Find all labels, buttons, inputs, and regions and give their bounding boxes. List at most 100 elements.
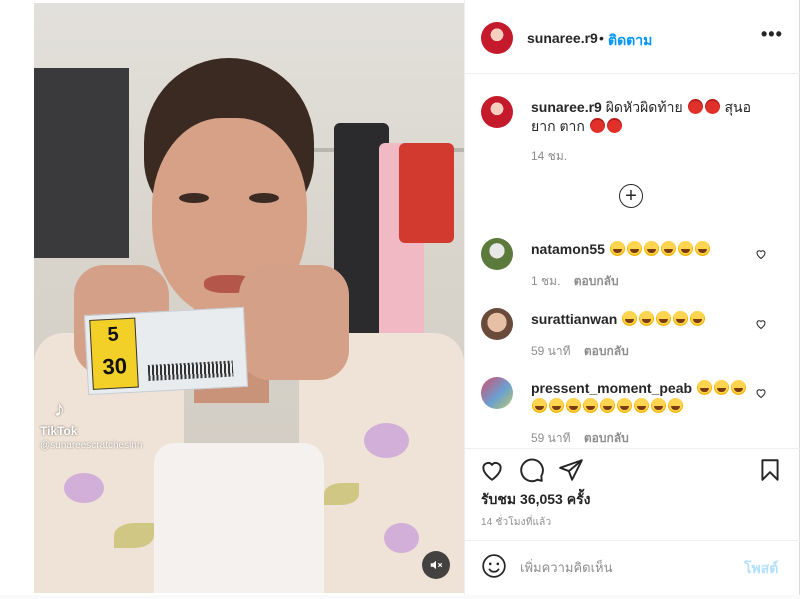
avatar[interactable] xyxy=(481,377,513,409)
emoji-picker-icon[interactable] xyxy=(481,553,507,579)
comment-time: 59 นาที xyxy=(531,431,571,445)
video-hand-right xyxy=(239,265,349,380)
posted-time: 14 ชั่วโมงที่แล้ว xyxy=(481,517,552,528)
ticket-top-number: 5 xyxy=(106,323,120,347)
share-paper-plane-icon[interactable] xyxy=(558,457,584,483)
laughing-emoji-icon xyxy=(660,241,676,256)
angry-face-emoji-icon xyxy=(589,118,605,133)
header-separator: • xyxy=(599,30,604,46)
ticket-bottom-number: 30 xyxy=(101,353,128,380)
angry-face-emoji-icon xyxy=(704,99,720,114)
caption-avatar[interactable] xyxy=(481,96,513,128)
post-video[interactable]: 5 30 ♪ TikTok @sunareescratchesinn xyxy=(34,3,464,593)
comment-text: natamon55 xyxy=(531,240,751,258)
video-cabinet xyxy=(34,68,129,258)
comment-meta: 1 ชม. ตอบกลับ xyxy=(531,272,619,291)
reply-button[interactable]: ตอบกลับ xyxy=(584,431,629,445)
laughing-emoji-icon xyxy=(532,398,547,413)
video-eye xyxy=(249,193,279,203)
add-comment-bar: โพสต์ xyxy=(465,540,800,595)
comment-username[interactable]: pressent_moment_peab xyxy=(531,380,692,396)
tiktok-watermark: ♪ TikTok @sunareescratchesinn xyxy=(40,396,142,451)
laughing-emoji-icon xyxy=(622,311,638,326)
jacket-leaf xyxy=(324,483,359,505)
laughing-emoji-icon xyxy=(696,380,712,395)
laughing-emoji-icon xyxy=(583,398,598,413)
left-gap xyxy=(0,0,34,595)
laughing-emoji-icon xyxy=(651,398,666,413)
comment-item: pressent_moment_peab 59 นาที ตอบกลับ xyxy=(465,377,800,447)
comment-input[interactable] xyxy=(520,556,720,578)
jacket-flower xyxy=(364,423,409,458)
avatar[interactable] xyxy=(481,22,513,54)
laughing-emoji-icon xyxy=(617,398,632,413)
tiktok-handle: @sunareescratchesinn xyxy=(40,440,143,451)
post-actions: รับชม 36,053 ครั้ง 14 ชั่วโมงที่แล้ว xyxy=(465,448,800,548)
view-count[interactable]: รับชม 36,053 ครั้ง xyxy=(481,489,590,511)
reply-button[interactable]: ตอบกลับ xyxy=(584,344,629,358)
caption-username[interactable]: sunaree.r9 xyxy=(531,99,602,115)
load-more-comments-button[interactable]: + xyxy=(619,184,643,208)
comment-time: 59 นาที xyxy=(531,344,571,358)
comment-text: surattianwan xyxy=(531,310,751,328)
header-username[interactable]: sunaree.r9 xyxy=(527,30,598,46)
laughing-emoji-icon xyxy=(656,311,672,326)
caption-text: ผิดหัวผิดท้าย xyxy=(605,99,683,115)
bookmark-icon[interactable] xyxy=(757,457,783,483)
laughing-emoji-icon xyxy=(639,311,655,326)
angry-face-emoji-icon xyxy=(606,118,622,133)
laughing-emoji-icon xyxy=(694,241,710,256)
laughing-emoji-icon xyxy=(609,241,625,256)
post-caption: sunaree.r9 ผิดหัวผิดท้าย สุนอยาก ตาก xyxy=(531,98,771,136)
like-heart-icon[interactable] xyxy=(479,457,505,483)
comment-text: pressent_moment_peab xyxy=(531,379,751,415)
tiktok-brand: TikTok xyxy=(40,424,78,438)
laughing-emoji-icon xyxy=(634,398,649,413)
comment-username[interactable]: surattianwan xyxy=(531,311,617,327)
video-white-top xyxy=(154,443,324,593)
video-cloth-red xyxy=(399,143,454,243)
laughing-emoji-icon xyxy=(549,398,564,413)
comment-time: 1 ชม. xyxy=(531,274,561,288)
comment-bubble-icon[interactable] xyxy=(519,457,545,483)
jacket-flower xyxy=(64,473,104,503)
post-side-panel: sunaree.r9 • ติดตาม ••• sunaree.r9 ผิดหั… xyxy=(464,0,800,595)
comment-meta: 59 นาที ตอบกลับ xyxy=(531,429,629,448)
laughing-emoji-icon xyxy=(566,398,581,413)
lottery-ticket: 5 30 xyxy=(84,306,248,396)
follow-button[interactable]: ติดตาม xyxy=(608,30,652,52)
comment-meta: 59 นาที ตอบกลับ xyxy=(531,342,629,361)
laughing-emoji-icon xyxy=(668,398,683,413)
laughing-emoji-icon xyxy=(677,241,693,256)
jacket-leaf xyxy=(114,523,154,548)
plus-icon: + xyxy=(625,185,637,207)
post-comment-button[interactable]: โพสต์ xyxy=(744,558,778,580)
caption-timestamp: 14 ชม. xyxy=(531,149,568,163)
laughing-emoji-icon xyxy=(643,241,659,256)
avatar[interactable] xyxy=(481,238,513,270)
post-header: sunaree.r9 • ติดตาม ••• xyxy=(465,0,800,74)
ticket-barcode xyxy=(147,360,234,381)
ticket-number-block: 5 30 xyxy=(89,317,139,390)
avatar[interactable] xyxy=(481,308,513,340)
laughing-emoji-icon xyxy=(713,380,729,395)
video-eye xyxy=(179,193,209,203)
reply-button[interactable]: ตอบกลับ xyxy=(574,274,619,288)
laughing-emoji-icon xyxy=(626,241,642,256)
jacket-flower xyxy=(384,523,419,553)
heart-icon[interactable] xyxy=(755,387,767,399)
post-dialog: 5 30 ♪ TikTok @sunareescratchesinn sunar… xyxy=(0,0,800,595)
bottom-strip xyxy=(0,595,800,599)
caption-text: ตาก xyxy=(559,118,585,134)
tiktok-icon: ♪ xyxy=(54,396,65,421)
comment-item: surattianwan 59 นาที ตอบกลับ xyxy=(465,308,800,378)
laughing-emoji-icon xyxy=(600,398,615,413)
more-options-button[interactable]: ••• xyxy=(761,24,783,45)
comment-item: natamon55 1 ชม. ตอบกลับ xyxy=(465,238,800,308)
heart-icon[interactable] xyxy=(755,318,767,330)
heart-icon[interactable] xyxy=(755,248,767,260)
laughing-emoji-icon xyxy=(690,311,706,326)
comment-username[interactable]: natamon55 xyxy=(531,241,605,257)
laughing-emoji-icon xyxy=(730,380,746,395)
mute-button[interactable] xyxy=(422,551,450,579)
